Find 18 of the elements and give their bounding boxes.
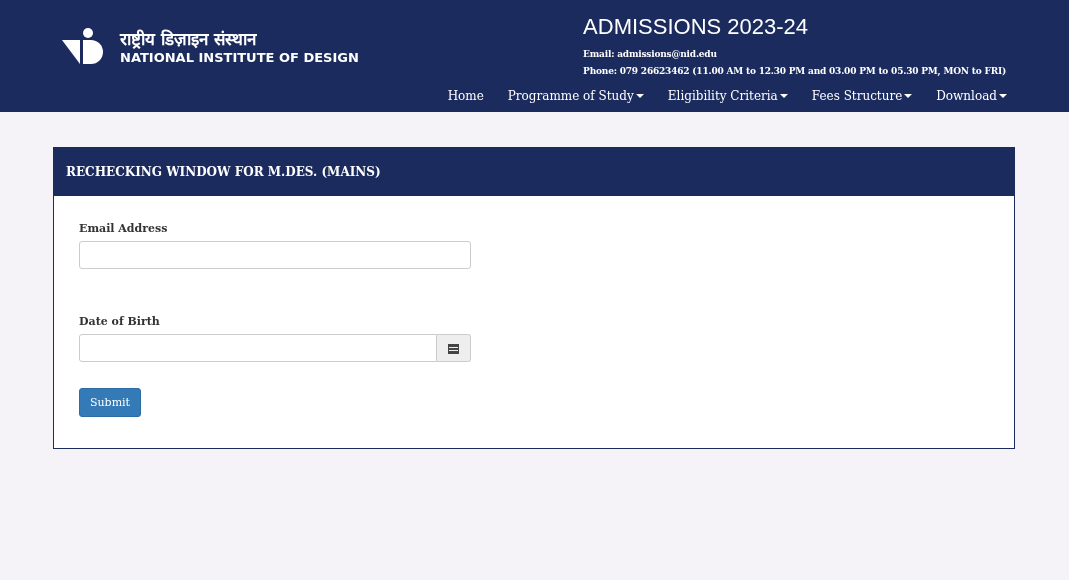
nav-link[interactable]: Fees Structure	[811, 89, 913, 103]
calendar-button[interactable]	[437, 334, 471, 362]
panel-title: RECHECKING WINDOW FOR M.DES. (MAINS)	[66, 165, 381, 179]
institute-name-hindi: राष्ट्रीय डिज़ाइन संस्थान	[120, 28, 258, 50]
submit-button[interactable]: Submit	[79, 388, 142, 417]
field-label: Date of Birth	[79, 315, 161, 328]
calendar-icon	[448, 342, 459, 354]
admissions-title: ADMISSIONS 2023-24	[583, 14, 809, 40]
nav-link[interactable]: Download	[936, 89, 1007, 103]
email-field[interactable]	[79, 241, 471, 269]
institute-name: NATIONAL INSTITUTE OF DESIGN	[120, 50, 359, 66]
nav-link[interactable]: Eligibility Criteria	[667, 89, 788, 103]
email-text: Email: admissions@nid.edu	[583, 48, 717, 61]
date-field[interactable]	[79, 334, 437, 362]
phone-text: Phone: 079 26623462 (11.00 AM to 12.30 PM and 03.00 PM to 05.30 PM, MON to FRI)	[583, 65, 1006, 78]
field-label: Email Address	[79, 222, 169, 235]
nav-link[interactable]: Home	[447, 89, 484, 103]
nav-link[interactable]: Programme of Study	[507, 89, 644, 103]
